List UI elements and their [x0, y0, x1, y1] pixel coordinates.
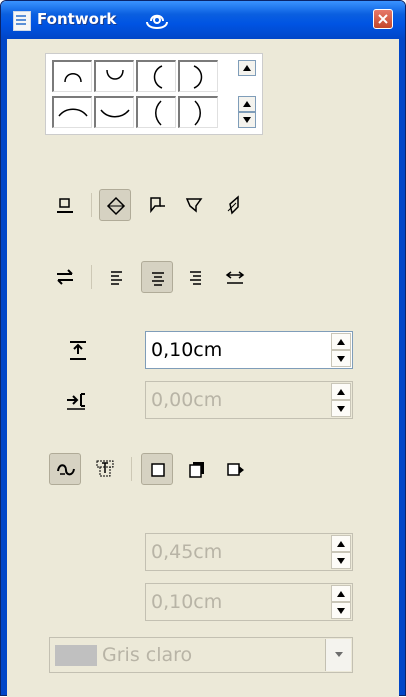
no-shadow-icon — [151, 463, 165, 477]
close-button[interactable] — [373, 9, 393, 29]
shadow-color-label: Gris claro — [102, 644, 193, 666]
shadow-x-spin-up[interactable] — [331, 535, 351, 552]
title-bar[interactable]: Fontwork — [1, 1, 405, 39]
arch-left-open-shape[interactable] — [136, 96, 176, 128]
shadow-y-spin-up[interactable] — [331, 585, 351, 602]
triangle-down-icon — [337, 406, 345, 412]
slant-shadow-button[interactable] — [219, 453, 251, 485]
arch-up-open-shape[interactable] — [52, 96, 92, 128]
vertical-shadow-button[interactable] — [181, 453, 213, 485]
slant-vertical-button[interactable] — [219, 189, 251, 221]
distance-field[interactable]: 0,10cm — [145, 331, 353, 369]
toolbar-separator — [131, 457, 132, 481]
gallery-scroll-up-2[interactable] — [238, 96, 256, 112]
window-icon — [13, 11, 31, 31]
indent-icon — [67, 393, 85, 410]
orientation-button[interactable] — [49, 261, 81, 293]
arch-down-icon — [106, 69, 124, 80]
triangle-up-icon — [243, 101, 251, 107]
autosize-text-button[interactable] — [219, 261, 251, 293]
window-title: Fontwork — [37, 10, 117, 28]
arch-down-shape[interactable] — [94, 60, 134, 92]
arch-up-icon — [64, 73, 82, 83]
contour-icon — [57, 464, 75, 476]
shadow-y-field[interactable]: 0,10cm — [145, 583, 353, 621]
distance-spin-up[interactable] — [331, 333, 351, 350]
triangle-up-icon — [337, 541, 345, 547]
arch-right-shape[interactable] — [178, 60, 218, 92]
gallery-scroll-down[interactable] — [238, 112, 256, 128]
triangle-up-icon — [337, 389, 345, 395]
slant-horizontal-button[interactable] — [179, 189, 211, 221]
indent-field[interactable]: 0,00cm — [145, 381, 353, 419]
shadow-x-field[interactable]: 0,45cm — [145, 533, 353, 571]
distance-icon — [70, 341, 86, 360]
text-frame-icon — [96, 460, 114, 477]
arch-left-shape[interactable] — [136, 60, 176, 92]
window-border-right — [399, 39, 405, 695]
off-icon — [57, 198, 73, 213]
shadow-y-value: 0,10cm — [151, 591, 223, 613]
triangle-down-icon — [243, 117, 251, 123]
arch-down-open-icon — [100, 109, 130, 118]
triangle-up-icon — [337, 591, 345, 597]
fontwork-off-button[interactable] — [49, 189, 81, 221]
autosize-text-icon — [225, 271, 245, 284]
shadow-x-spin-down[interactable] — [331, 552, 351, 569]
slant-horizontal-icon — [185, 198, 203, 213]
shadow-color-dropdown-button[interactable] — [325, 639, 351, 671]
distance-spin-down[interactable] — [331, 350, 351, 367]
fontwork-panel: 0,10cm 0,00cm 0,45cm 0,10cm Gris claro — [7, 39, 399, 697]
indent-spin-up[interactable] — [331, 383, 351, 400]
triangle-down-icon — [337, 558, 345, 564]
upright-button[interactable] — [141, 189, 173, 221]
toolbar-separator — [91, 265, 92, 289]
arch-up-shape[interactable] — [52, 60, 92, 92]
arch-right-open-icon — [194, 100, 201, 126]
gallery-scroll-up[interactable] — [238, 60, 256, 76]
align-center-icon — [152, 272, 164, 286]
align-center-button[interactable] — [141, 261, 173, 293]
arch-down-open-shape[interactable] — [94, 96, 134, 128]
rotate-icon — [106, 196, 126, 216]
align-right-button[interactable] — [179, 261, 211, 293]
chevron-down-icon — [335, 652, 343, 657]
slant-shadow-icon — [227, 463, 244, 476]
arch-left-icon — [153, 65, 163, 89]
align-left-icon — [111, 271, 122, 285]
rotate-button[interactable] — [99, 189, 131, 221]
fontwork-logo-icon — [146, 14, 168, 29]
triangle-up-icon — [337, 339, 345, 345]
indent-spin-down[interactable] — [331, 400, 351, 417]
arch-right-open-shape[interactable] — [178, 96, 218, 128]
upright-icon — [150, 197, 165, 214]
triangle-down-icon — [337, 356, 345, 362]
indent-value: 0,00cm — [151, 389, 223, 411]
no-shadow-button[interactable] — [141, 453, 173, 485]
orientation-icon — [57, 269, 73, 285]
arch-left-open-icon — [155, 100, 162, 126]
contour-button[interactable] — [49, 453, 81, 485]
close-icon — [378, 14, 388, 24]
arch-right-icon — [193, 65, 203, 89]
shadow-y-spin-down[interactable] — [331, 602, 351, 619]
triangle-down-icon — [337, 608, 345, 614]
arch-up-open-icon — [58, 108, 88, 117]
shadow-color-swatch — [55, 645, 97, 666]
align-left-button[interactable] — [101, 261, 133, 293]
shape-gallery — [45, 53, 263, 135]
slant-vertical-icon — [227, 195, 239, 215]
vertical-shadow-icon — [189, 462, 204, 478]
text-frame-button[interactable] — [89, 453, 121, 485]
toolbar-separator — [91, 193, 92, 217]
shadow-x-value: 0,45cm — [151, 541, 223, 563]
align-right-icon — [190, 271, 201, 285]
fontwork-window: Fontwork 0,10cm 0,00cm 0,45cm 0,10cm Gri… — [0, 0, 406, 697]
triangle-up-icon — [243, 65, 251, 71]
distance-value: 0,10cm — [151, 339, 223, 361]
shadow-color-dropdown[interactable]: Gris claro — [49, 637, 353, 673]
